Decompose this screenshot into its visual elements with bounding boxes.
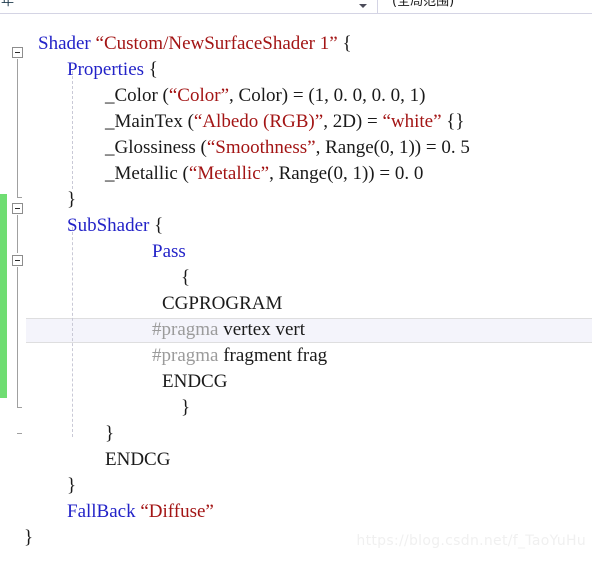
code-line[interactable]: CGPROGRAM — [0, 291, 592, 317]
code-token-str: “Smoothness” — [206, 137, 316, 158]
code-line[interactable]: { — [0, 265, 592, 291]
code-line[interactable]: Properties { — [0, 57, 592, 83]
code-token-pp: #pragma — [152, 319, 219, 340]
code-token-plain: } — [24, 527, 34, 548]
code-token-kw: SubShader — [67, 215, 150, 236]
code-token-plain: , 2D) = — [323, 111, 383, 132]
code-token-plain: fragment frag — [218, 345, 328, 366]
code-token-pp: #pragma — [152, 345, 219, 366]
code-token-plain: ENDCG — [105, 449, 171, 470]
code-token-plain: , Range(0, 1)) = 0. 0 — [269, 163, 424, 184]
code-token-plain: } — [181, 397, 191, 418]
code-line[interactable]: } — [0, 187, 592, 213]
code-line[interactable]: } — [0, 473, 592, 499]
code-line[interactable]: Shader “Custom/NewSurfaceShader 1” { — [0, 31, 592, 57]
code-token-plain: _Glossiness ( — [105, 137, 207, 158]
code-line[interactable]: #pragma vertex vert — [0, 317, 592, 343]
code-token-plain: _MainTex ( — [105, 111, 194, 132]
scope-dropdown[interactable]: (全局范围) — [382, 0, 592, 14]
code-line[interactable]: _Metallic (“Metallic”, Range(0, 1)) = 0.… — [0, 161, 592, 187]
code-token-plain: } — [67, 189, 77, 210]
code-line[interactable]: ENDCG — [0, 447, 592, 473]
code-token-str: “Custom/NewSurfaceShader 1” — [95, 33, 338, 54]
code-token-plain: _Metallic ( — [105, 163, 189, 184]
code-line[interactable]: } — [0, 421, 592, 447]
code-token-plain: , Range(0, 1)) = 0. 5 — [315, 137, 470, 158]
editor-navigation-bar: 年 (全局范围) — [0, 0, 592, 14]
code-token-plain: } — [67, 475, 77, 496]
code-token-plain: vertex vert — [218, 319, 305, 340]
code-token-str: “white” — [382, 111, 442, 132]
code-token-plain: { — [144, 59, 158, 80]
code-token-kw: Pass — [152, 241, 186, 262]
scope-dropdown-label: (全局范围) — [392, 0, 455, 9]
code-line[interactable]: FallBack “Diffuse” — [0, 499, 592, 525]
code-token-str: “Color” — [168, 85, 230, 106]
code-token-plain: { — [149, 215, 164, 236]
code-line[interactable]: Pass — [0, 239, 592, 265]
code-token-plain: } — [105, 423, 115, 444]
watermark-text: https://blog.csdn.net/f_TaoYuHu — [356, 533, 586, 549]
code-line[interactable]: } — [0, 395, 592, 421]
code-token-plain: ENDCG — [162, 371, 228, 392]
code-token-plain: { — [181, 267, 191, 288]
code-token-plain: , Color) = (1, 0. 0, 0. 0, 1) — [229, 85, 426, 106]
indent-guide — [72, 227, 73, 437]
code-token-str: “Metallic” — [188, 163, 270, 184]
code-token-plain: CGPROGRAM — [162, 293, 283, 314]
indent-guide — [72, 71, 73, 189]
code-line[interactable]: _Color (“Color”, Color) = (1, 0. 0, 0. 0… — [0, 83, 592, 109]
code-line[interactable]: SubShader { — [0, 213, 592, 239]
code-token-plain: {} — [441, 111, 465, 132]
member-dropdown[interactable] — [0, 0, 378, 14]
code-line[interactable]: _MainTex (“Albedo (RGB)”, 2D) = “white” … — [0, 109, 592, 135]
code-token-kw: Properties — [67, 59, 145, 80]
code-token-plain: _Color ( — [105, 85, 169, 106]
code-editor-surface[interactable]: Shader “Custom/NewSurfaceShader 1” {Prop… — [0, 15, 592, 563]
chevron-down-icon[interactable] — [359, 4, 367, 8]
code-line[interactable]: #pragma fragment frag — [0, 343, 592, 369]
code-token-plain: { — [337, 33, 352, 54]
code-token-str: “Diffuse” — [140, 501, 214, 522]
code-token-str: “Albedo (RGB)” — [193, 111, 324, 132]
code-token-kw: Shader — [38, 33, 96, 54]
code-token-kw: FallBack — [67, 501, 141, 522]
code-line[interactable]: _Glossiness (“Smoothness”, Range(0, 1)) … — [0, 135, 592, 161]
code-line[interactable]: ENDCG — [0, 369, 592, 395]
